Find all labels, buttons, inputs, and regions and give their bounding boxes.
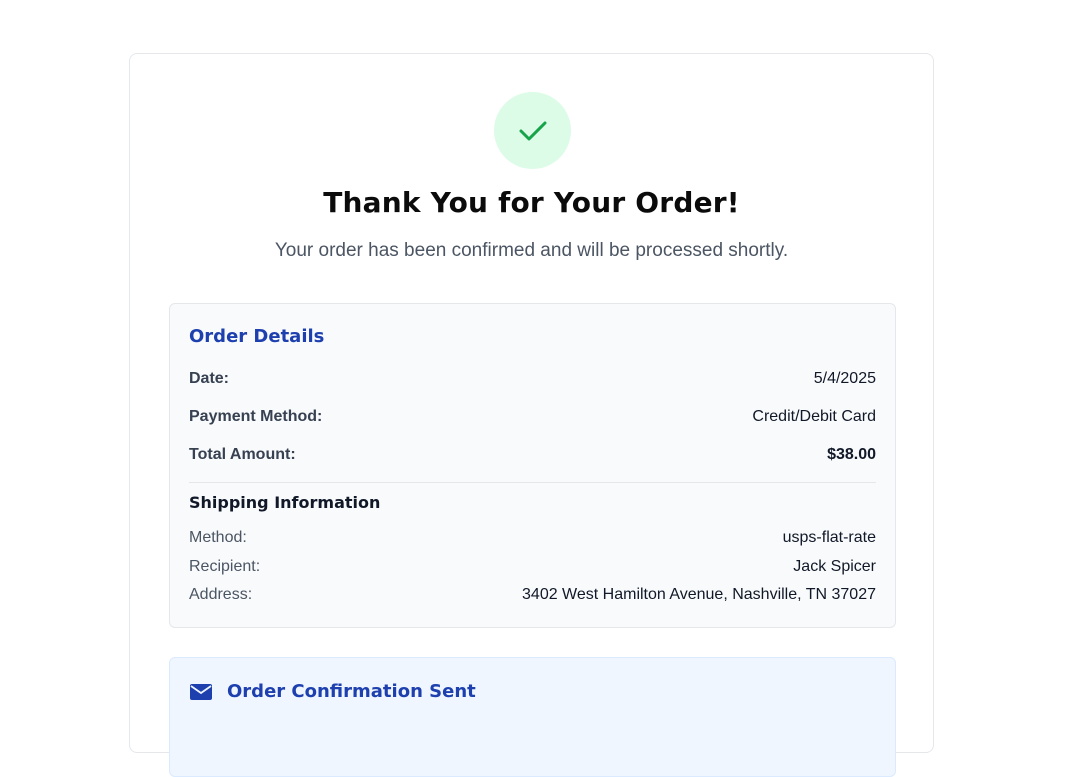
address-label: Address:: [189, 586, 253, 603]
page-title: Thank You for Your Order!: [323, 186, 740, 219]
shipping-method-row: Method: usps-flat-rate: [189, 529, 876, 547]
success-badge: [494, 92, 571, 169]
order-confirmation-card: Thank You for Your Order! Your order has…: [129, 53, 934, 777]
address-value: 3402 West Hamilton Avenue, Nashville, TN…: [522, 586, 876, 603]
section-divider: [189, 482, 876, 483]
shipping-info-title: Shipping Information: [189, 493, 381, 512]
check-icon: [519, 121, 546, 140]
recipient-row: Recipient: Jack Spicer: [189, 558, 876, 576]
recipient-label: Recipient:: [189, 558, 261, 575]
order-details-title: Order Details: [189, 326, 325, 347]
address-row: Address: 3402 West Hamilton Avenue, Nash…: [189, 586, 876, 604]
total-amount-label: Total Amount:: [189, 446, 296, 463]
order-details-panel: Order Details Date: 5/4/2025 Payment Met…: [169, 303, 896, 628]
payment-method-value: Credit/Debit Card: [752, 408, 876, 425]
confirmation-message: Your order has been confirmed and will b…: [274, 240, 789, 261]
recipient-value: Jack Spicer: [793, 558, 876, 575]
date-label: Date:: [189, 370, 230, 387]
confirmation-sent-panel: Order Confirmation Sent: [169, 657, 896, 777]
payment-method-row: Payment Method: Credit/Debit Card: [189, 408, 876, 426]
total-amount-value: $38.00: [827, 446, 876, 463]
shipping-method-value: usps-flat-rate: [782, 529, 876, 546]
total-amount-row: Total Amount: $38.00: [189, 446, 876, 464]
confirmation-sent-title: Order Confirmation Sent: [227, 681, 476, 702]
envelope-icon: [190, 684, 212, 700]
date-row: Date: 5/4/2025: [189, 370, 876, 388]
date-value: 5/4/2025: [813, 370, 876, 387]
shipping-method-label: Method:: [189, 529, 247, 546]
payment-method-label: Payment Method:: [189, 408, 323, 425]
